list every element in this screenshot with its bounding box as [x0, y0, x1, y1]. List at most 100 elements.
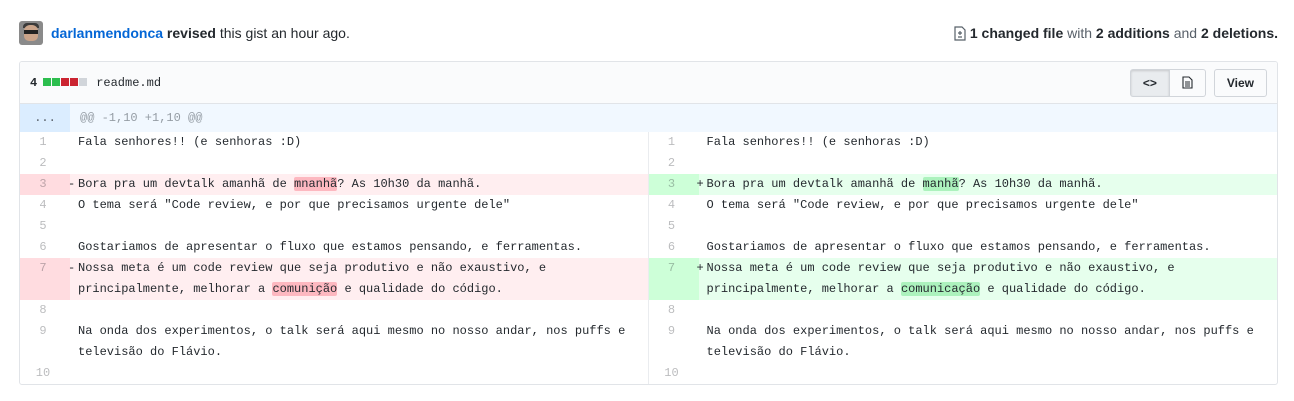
- line-number[interactable]: 9: [649, 321, 699, 363]
- added-word: manhã: [922, 177, 959, 191]
- and-text: and: [1173, 25, 1198, 41]
- diff-line: 3- Bora pra um devtalk amanhã de mnanhã? …: [20, 174, 648, 195]
- line-code: [70, 363, 648, 384]
- line-code: [699, 216, 1278, 237]
- additions-count: 2 additions: [1095, 25, 1170, 41]
- view-toggle: <>: [1129, 68, 1206, 97]
- diff-line: 8: [20, 300, 648, 321]
- line-code: Gostariamos de apresentar o fluxo que es…: [706, 240, 1211, 254]
- user-link[interactable]: darlanmendonca: [51, 25, 163, 41]
- revision-header: darlanmendonca revised this gist an hour…: [19, 19, 1278, 47]
- deletion-marker: -: [68, 177, 76, 191]
- diffstat-block-del: [70, 77, 79, 86]
- code-icon: <>: [1142, 75, 1157, 90]
- diff-line: 4 O tema será "Code review, e por que pre…: [20, 195, 648, 216]
- change-summary: 1 changed file with 2 additions and 2 de…: [954, 25, 1278, 41]
- diff-line: 7 + Nossa meta é um code review que seja p…: [648, 258, 1277, 300]
- line-code: [70, 153, 648, 174]
- hunk-range: @@ -1,10 +1,10 @@: [80, 111, 203, 125]
- diff-line: 9 Na onda dos experimentos, o talk será a…: [649, 321, 1278, 363]
- diff-line: 7- Nossa meta é um code review que seja p…: [20, 258, 648, 300]
- diffstat-bar: [43, 76, 88, 90]
- hunk-header: ... @@ -1,10 +1,10 @@: [20, 104, 1277, 132]
- deleted-word: comunição: [272, 282, 338, 296]
- line-code: O tema será "Code review, e por que prec…: [78, 198, 511, 212]
- line-number[interactable]: 2: [649, 153, 699, 174]
- diff-line: 5: [20, 216, 648, 237]
- line-number[interactable]: 2: [20, 153, 70, 174]
- diff-line: 6 Gostariamos de apresentar o fluxo que e…: [20, 237, 648, 258]
- line-number[interactable]: 8: [649, 300, 699, 321]
- line-number[interactable]: 8: [20, 300, 70, 321]
- line-number[interactable]: 7: [20, 258, 70, 300]
- diff-line: 4 O tema será "Code review, e por que pre…: [649, 195, 1278, 216]
- line-code: [699, 153, 1278, 174]
- line-code: Gostariamos de apresentar o fluxo que es…: [78, 240, 583, 254]
- view-file-button[interactable]: View: [1213, 68, 1267, 97]
- line-code: - Nossa meta é um code review que seja pr…: [68, 258, 648, 300]
- line-number[interactable]: 3: [648, 174, 699, 195]
- diff-line: 6 Gostariamos de apresentar o fluxo que e…: [649, 237, 1278, 258]
- line-code: [70, 300, 648, 321]
- diff-line: 1 Fala senhores!! (e senhoras :D): [20, 132, 648, 153]
- split-diff: 1 Fala senhores!! (e senhoras :D) 2 3- Bora …: [20, 132, 1277, 384]
- line-code: [699, 300, 1278, 321]
- line-code: O tema será "Code review, e por que prec…: [706, 198, 1139, 212]
- line-number[interactable]: 10: [649, 363, 699, 384]
- revision-summary: darlanmendonca revised this gist an hour…: [19, 21, 350, 45]
- diff-line: 10: [20, 363, 648, 384]
- with-text: with: [1067, 25, 1093, 41]
- line-number[interactable]: 3: [20, 174, 70, 195]
- file-diff: 4 readme.md <> View ... @@ -1,10 +1,10 @…: [19, 61, 1278, 385]
- line-number[interactable]: 4: [20, 195, 70, 216]
- diffstat-block-add: [52, 77, 61, 86]
- line-number[interactable]: 6: [20, 237, 70, 258]
- diffstat-block-neutral: [79, 77, 88, 86]
- line-code: Na onda dos experimentos, o talk será aq…: [706, 324, 1254, 359]
- file-text-icon: [1182, 76, 1193, 89]
- line-number[interactable]: 9: [20, 321, 70, 363]
- rich-view-button[interactable]: [1169, 68, 1206, 97]
- file-actions: <> View: [1129, 68, 1267, 97]
- line-code: - Bora pra um devtalk amanhã de mnanhã? A…: [68, 174, 648, 195]
- changed-count: 1 changed file: [969, 25, 1064, 41]
- line-code: Fala senhores!! (e senhoras :D): [78, 135, 302, 149]
- action-text: revised: [166, 25, 216, 41]
- line-code: + Nossa meta é um code review que seja pr…: [697, 258, 1277, 300]
- deleted-word: mnanhã: [294, 177, 338, 191]
- line-number[interactable]: 4: [649, 195, 699, 216]
- line-number[interactable]: 10: [20, 363, 70, 384]
- line-number[interactable]: 1: [649, 132, 699, 153]
- line-number[interactable]: 5: [20, 216, 70, 237]
- line-number[interactable]: 1: [20, 132, 70, 153]
- diff-line: 5: [649, 216, 1278, 237]
- line-code: Fala senhores!! (e senhoras :D): [706, 135, 930, 149]
- diff-right-side: 1 Fala senhores!! (e senhoras :D) 2 3 + Bora …: [648, 132, 1278, 384]
- file-name[interactable]: readme.md: [96, 76, 161, 90]
- diff-line: 8: [649, 300, 1278, 321]
- line-number[interactable]: 5: [649, 216, 699, 237]
- diffstat-count: 4: [30, 75, 38, 90]
- diff-left-side: 1 Fala senhores!! (e senhoras :D) 2 3- Bora …: [20, 132, 649, 384]
- avatar[interactable]: [19, 21, 43, 45]
- line-number[interactable]: 6: [649, 237, 699, 258]
- line-number[interactable]: 7: [648, 258, 699, 300]
- diff-line: 1 Fala senhores!! (e senhoras :D): [649, 132, 1278, 153]
- deletion-marker: -: [68, 261, 76, 275]
- added-word: comunicação: [900, 282, 981, 296]
- diff-line: 10: [649, 363, 1278, 384]
- line-code: Na onda dos experimentos, o talk será aq…: [78, 324, 626, 359]
- file-diff-icon: [954, 25, 966, 41]
- expand-button[interactable]: ...: [20, 104, 70, 132]
- addition-marker: +: [696, 177, 704, 191]
- diff-line: 2: [20, 153, 648, 174]
- diffstat-block-del: [61, 77, 70, 86]
- diff-line: 9 Na onda dos experimentos, o talk será a…: [20, 321, 648, 363]
- deletions-count: 2 deletions.: [1200, 25, 1278, 41]
- diff-line: 3 + Bora pra um devtalk amanhã de manhã? A…: [648, 174, 1277, 195]
- source-view-button[interactable]: <>: [1129, 68, 1170, 97]
- line-code: + Bora pra um devtalk amanhã de manhã? As…: [696, 174, 1277, 195]
- object-text: this gist an hour ago.: [219, 25, 350, 41]
- line-code: [699, 363, 1278, 384]
- file-header: 4 readme.md <> View: [20, 62, 1277, 104]
